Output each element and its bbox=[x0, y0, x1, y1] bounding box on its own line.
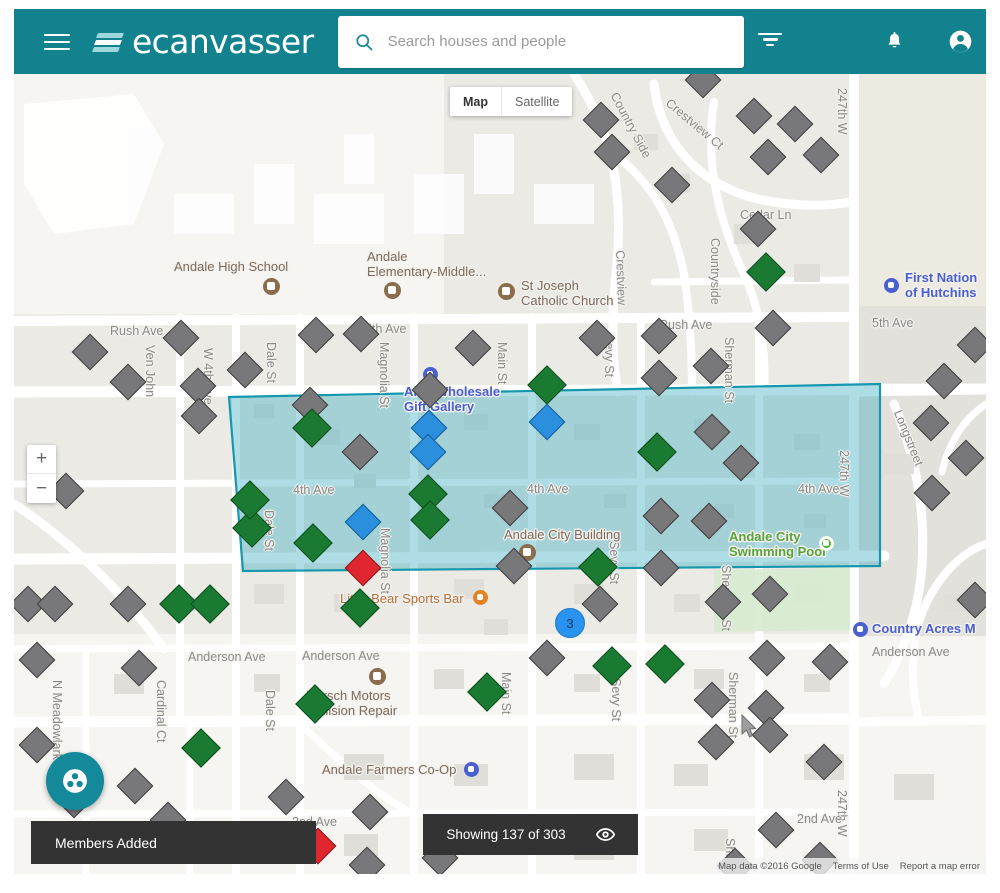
school-icon[interactable] bbox=[383, 281, 401, 299]
map-canvas[interactable]: Country Side Crestview Ct Cedar Ln Crestvie… bbox=[14, 74, 986, 874]
hamburger-icon[interactable] bbox=[44, 30, 77, 54]
school-icon[interactable] bbox=[262, 277, 280, 295]
app-root: Country Side Crestview Ct Cedar Ln Crestvie… bbox=[0, 0, 1000, 893]
toast-message: Members Added bbox=[55, 834, 157, 851]
car-repair-icon[interactable] bbox=[368, 667, 386, 685]
marker-cluster[interactable]: 3 bbox=[555, 608, 585, 638]
header-actions bbox=[744, 16, 986, 68]
church-icon[interactable] bbox=[497, 282, 515, 300]
attribution-copyright: Map data ©2016 Google bbox=[718, 860, 822, 872]
filter-button[interactable] bbox=[744, 16, 796, 68]
search-icon bbox=[355, 33, 372, 50]
bank-icon[interactable] bbox=[883, 277, 899, 293]
brand[interactable]: ecanvasser bbox=[91, 22, 314, 61]
restaurant-icon[interactable] bbox=[472, 589, 488, 605]
account-circle-icon bbox=[949, 30, 971, 53]
filter-icon bbox=[758, 32, 782, 51]
store-icon[interactable] bbox=[852, 621, 868, 637]
app-header: ecanvasser bbox=[14, 9, 986, 74]
account-button[interactable] bbox=[934, 16, 986, 68]
map-base-layer bbox=[14, 74, 986, 874]
map-zoom-control[interactable]: + − bbox=[27, 445, 56, 503]
pointer-cursor-icon bbox=[741, 714, 757, 738]
toast-notification: Members Added bbox=[31, 821, 316, 864]
ecanvasser-logo-icon bbox=[91, 29, 124, 55]
search-input[interactable] bbox=[387, 33, 728, 50]
pool-icon[interactable] bbox=[818, 535, 834, 551]
showing-count-text: Showing 137 of 303 bbox=[446, 827, 566, 842]
map-type-map-button[interactable]: Map bbox=[450, 87, 501, 116]
people-cluster-icon bbox=[63, 769, 87, 793]
map-type-control[interactable]: Map Satellite bbox=[450, 87, 573, 116]
store-icon[interactable] bbox=[463, 761, 479, 777]
search-bar[interactable] bbox=[337, 15, 744, 68]
map-attribution: Map data ©2016 Google Terms of Use Repor… bbox=[712, 858, 986, 874]
showing-count-bar[interactable]: Showing 137 of 303 bbox=[423, 814, 638, 855]
add-members-fab[interactable] bbox=[46, 752, 104, 810]
report-map-error-link[interactable]: Report a map error bbox=[900, 861, 980, 872]
brand-name: ecanvasser bbox=[131, 22, 314, 61]
eye-icon[interactable] bbox=[595, 825, 615, 844]
bell-icon bbox=[888, 32, 900, 48]
zoom-out-button[interactable]: − bbox=[27, 474, 56, 503]
terms-of-use-link[interactable]: Terms of Use bbox=[833, 861, 889, 872]
map-type-satellite-button[interactable]: Satellite bbox=[501, 87, 572, 116]
notifications-button[interactable] bbox=[868, 16, 920, 68]
zoom-in-button[interactable]: + bbox=[27, 445, 56, 474]
